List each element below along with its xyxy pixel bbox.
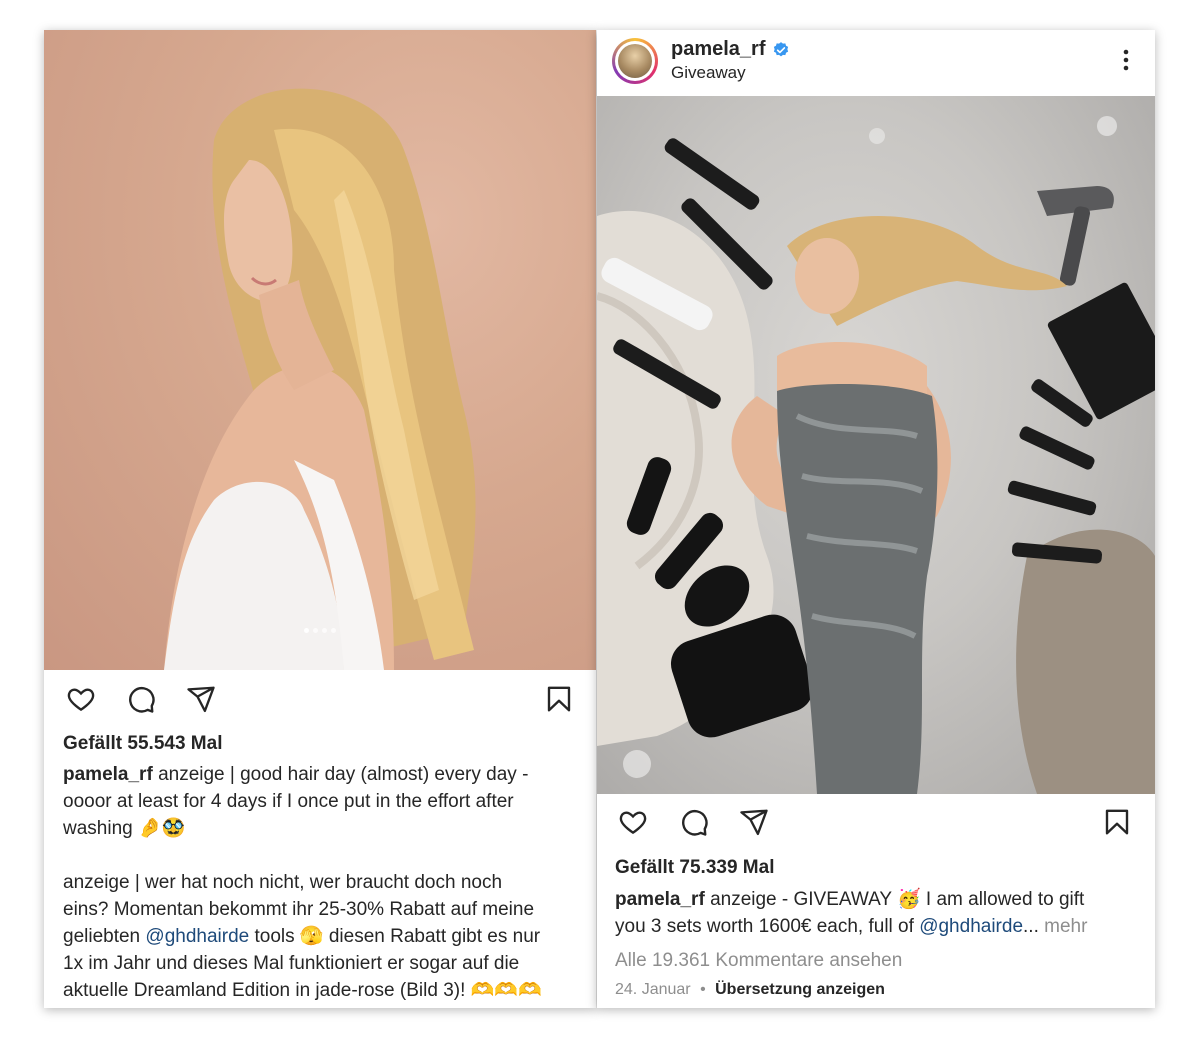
more-options-icon[interactable] (1117, 46, 1135, 74)
caption-text: anzeige | good hair day (almost) every d… (158, 764, 529, 785)
likes-count[interactable]: Gefällt 75.339 Mal (615, 857, 774, 879)
caption-line: 1x im Jahr und dieses Mal funktioniert e… (63, 953, 520, 974)
caption-line: you 3 sets worth 1600€ each, full of @gh… (615, 913, 1145, 940)
save-button[interactable] (1100, 805, 1134, 839)
carousel-dot (331, 628, 336, 633)
post-header: pamela_rf Giveaway (597, 30, 1155, 96)
caption-username[interactable]: pamela_rf (63, 764, 153, 785)
avatar-image (618, 44, 652, 78)
post-meta: 24. Januar • Übersetzung anzeigen (615, 981, 885, 999)
caption-line: aktuelle Dreamland Edition in jade-rose … (63, 980, 542, 1001)
likes-count[interactable]: Gefällt 55.543 Mal (63, 733, 222, 755)
post-date: 24. Januar (615, 981, 691, 998)
view-comments-link[interactable]: Alle 19.361 Kommentare ansehen (615, 947, 902, 974)
header-subtitle[interactable]: Giveaway (671, 63, 746, 83)
like-button[interactable] (64, 682, 98, 716)
carousel-dot (304, 628, 309, 633)
heart-icon (67, 688, 95, 712)
caption-line: washing 🤌🥸 (63, 818, 186, 839)
post-caption: pamela_rf anzeige | good hair day (almos… (63, 761, 583, 1004)
heart-icon (619, 811, 647, 835)
post-image[interactable] (44, 30, 596, 670)
right-post: pamela_rf Giveaway Gefällt 75.339 Mal pa… (597, 30, 1155, 1008)
post-caption: pamela_rf anzeige - GIVEAWAY 🥳 I am allo… (615, 886, 1145, 940)
carousel-dot (322, 628, 327, 633)
share-button[interactable] (737, 805, 771, 839)
post-image[interactable] (597, 96, 1155, 794)
caption-line: anzeige | wer hat noch nicht, wer brauch… (63, 872, 503, 893)
meta-separator: • (700, 981, 706, 998)
caption-line: oooor at least for 4 days if I once put … (63, 791, 514, 812)
caption-text: tools 🫣 diesen Rabatt gibt es nur (254, 926, 541, 947)
comment-button[interactable] (677, 805, 711, 839)
caption-ellipsis: ... (1023, 916, 1039, 937)
caption-text: anzeige - GIVEAWAY 🥳 I am allowed to gif… (710, 889, 1085, 910)
comment-button[interactable] (124, 682, 158, 716)
header-username-row: pamela_rf (671, 38, 790, 61)
caption-text: you 3 sets worth 1600€ each, full of (615, 916, 914, 937)
save-button[interactable] (542, 682, 576, 716)
header-username[interactable]: pamela_rf (671, 38, 766, 60)
translate-link[interactable]: Übersetzung anzeigen (715, 981, 885, 998)
comment-icon (682, 809, 708, 836)
caption-line: pamela_rf anzeige | good hair day (almos… (63, 761, 583, 788)
verified-icon (773, 41, 788, 57)
avatar[interactable] (612, 38, 658, 84)
bookmark-icon (1105, 809, 1129, 835)
carousel-dot (313, 628, 318, 633)
avatar-ring-gap (615, 41, 655, 81)
like-button[interactable] (616, 805, 650, 839)
caption-username[interactable]: pamela_rf (615, 889, 705, 910)
post-actions (44, 682, 596, 722)
carousel-indicator (44, 628, 596, 633)
mention-link[interactable]: @ghdhairde (919, 916, 1023, 937)
caption-line: geliebten @ghdhairde tools 🫣 diesen Raba… (63, 923, 583, 950)
share-icon (187, 686, 215, 713)
post-image-illustration (164, 88, 476, 670)
post-actions (597, 805, 1155, 845)
share-icon (740, 809, 768, 836)
comment-icon (129, 686, 155, 713)
left-post: Gefällt 55.543 Mal pamela_rf anzeige | g… (44, 30, 596, 1008)
post-image-illustration (597, 116, 1155, 794)
mention-link[interactable]: @ghdhairde (145, 926, 249, 947)
caption-line: pamela_rf anzeige - GIVEAWAY 🥳 I am allo… (615, 886, 1145, 913)
more-link[interactable]: mehr (1044, 916, 1087, 937)
caption-text: geliebten (63, 926, 141, 947)
caption-line: eins? Momentan bekommt ihr 25-30% Rabatt… (63, 899, 535, 920)
bookmark-icon (547, 686, 571, 712)
share-button[interactable] (184, 682, 218, 716)
